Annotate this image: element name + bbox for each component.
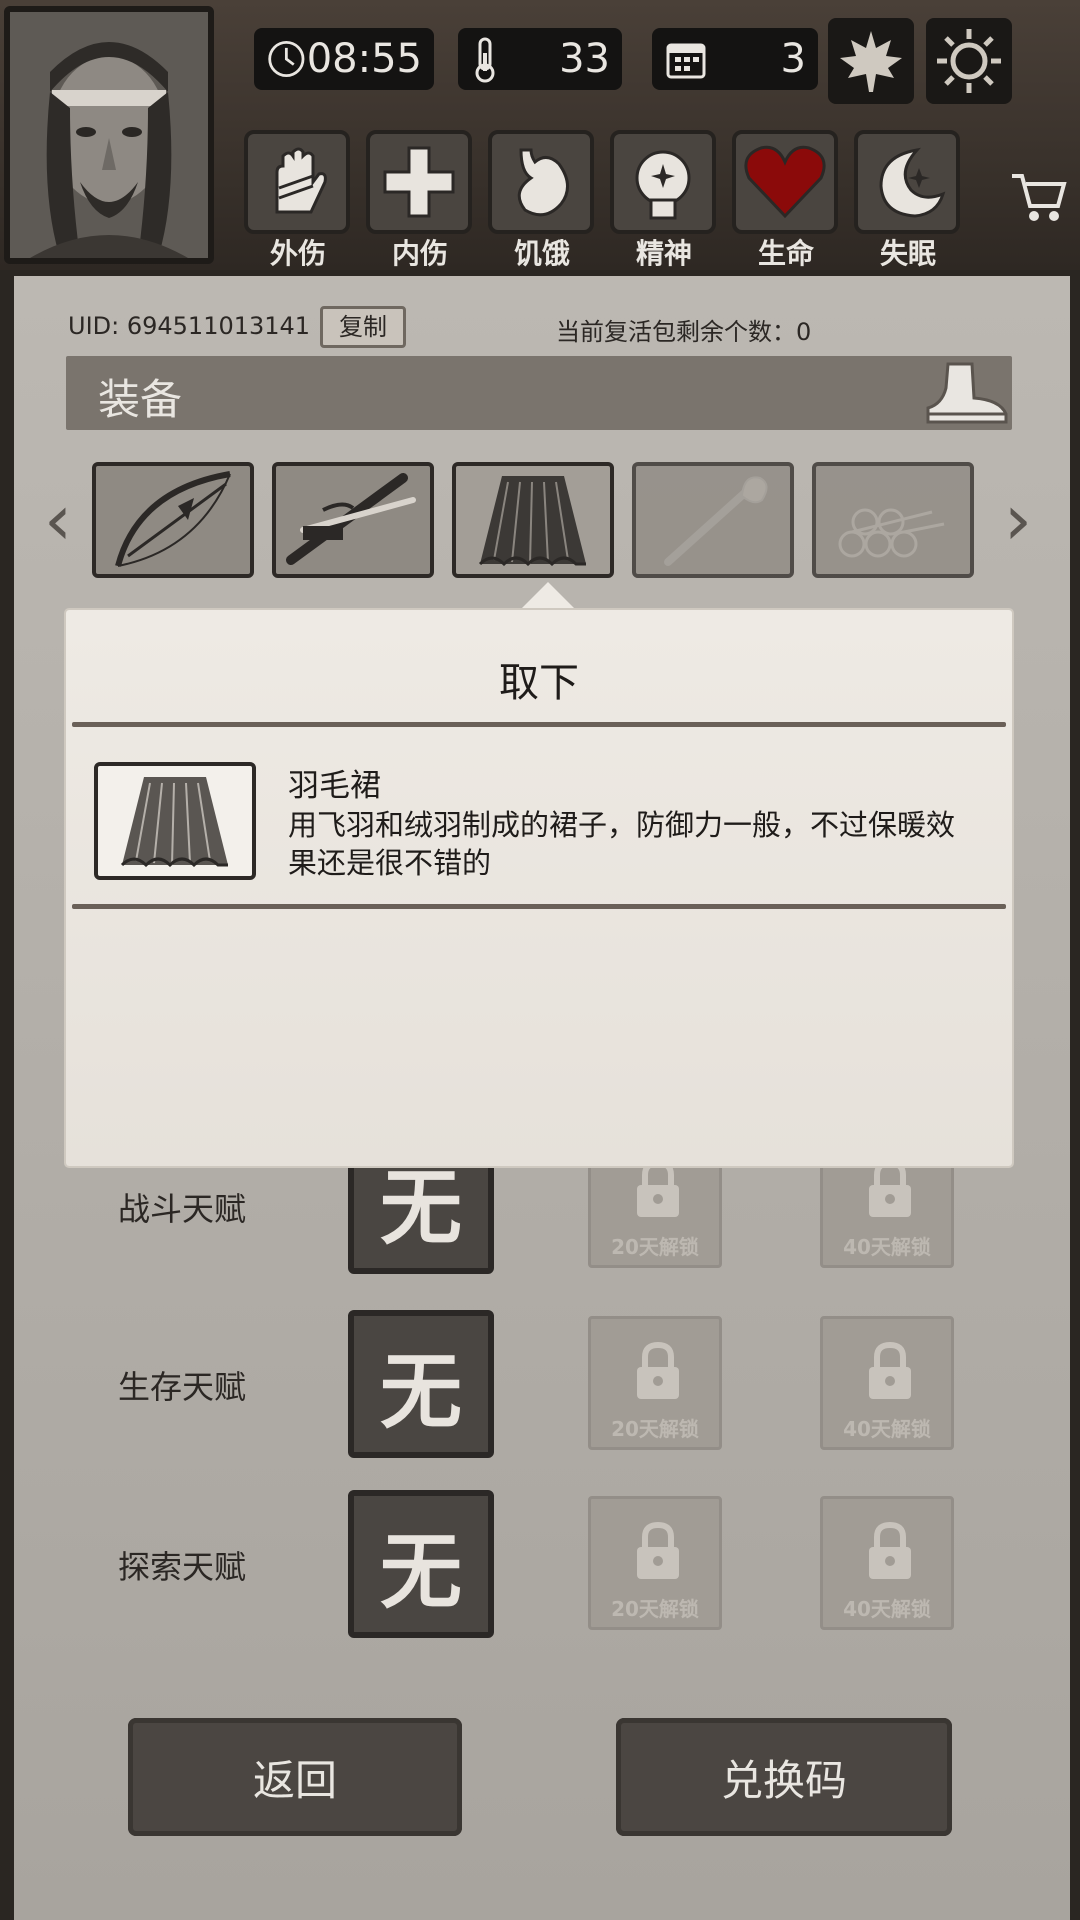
- uid-text: UID: 694511013141: [68, 312, 311, 340]
- calendar-icon: [666, 43, 706, 79]
- clock-icon: [268, 40, 305, 78]
- talent-lock-exploration-40[interactable]: 40天解锁: [820, 1496, 954, 1630]
- lock-icon: [869, 1341, 911, 1399]
- lock-icon: [869, 1521, 911, 1579]
- log-bundle-icon: [838, 508, 945, 558]
- katana-icon: [286, 473, 416, 565]
- status-label-health: 生命: [757, 237, 814, 270]
- status-label-hunger: 饥饿: [513, 237, 570, 270]
- talent-lock-survival-40[interactable]: 40天解锁: [820, 1316, 954, 1450]
- equipment-header: [66, 356, 1012, 430]
- lock-text: 40天解锁: [843, 1597, 931, 1621]
- equipment-slot-4[interactable]: [632, 462, 794, 578]
- equipment-slot-5[interactable]: [812, 462, 974, 578]
- lock-icon: [637, 1159, 679, 1217]
- status-label-internal-injury: 内伤: [391, 237, 448, 270]
- status-health[interactable]: [732, 130, 838, 234]
- head-sparkle-icon: [635, 150, 691, 220]
- weather-indicator: [926, 18, 1012, 104]
- torch-icon: [664, 476, 768, 566]
- day-display: 3: [652, 28, 818, 90]
- cross-icon: [383, 146, 455, 218]
- status-label-spirit: 精神: [635, 237, 692, 270]
- equipment-next-arrow[interactable]: ›: [1000, 460, 1036, 580]
- hand-bandage-icon: [275, 147, 327, 214]
- popup-pointer: [518, 582, 578, 612]
- temperature-display: 33: [458, 28, 622, 90]
- stomach-icon: [517, 148, 569, 217]
- back-button[interactable]: 返回: [128, 1718, 462, 1836]
- lock-text: 20天解锁: [611, 1597, 699, 1621]
- sun-icon: [937, 29, 1001, 93]
- thermometer-icon: [475, 37, 495, 83]
- equipment-title: 装备: [98, 375, 183, 424]
- status-external-injury[interactable]: [244, 130, 350, 234]
- clock-display: 08:55: [254, 28, 434, 90]
- copy-uid-button[interactable]: 复制: [320, 306, 406, 348]
- status-insomnia[interactable]: [854, 130, 960, 234]
- heart-icon: [744, 145, 826, 219]
- equipment-slot-1[interactable]: [92, 462, 254, 578]
- character-portrait[interactable]: [4, 6, 214, 264]
- popup-divider-top: [72, 722, 1006, 727]
- shop-cart-icon[interactable]: [1008, 168, 1068, 228]
- lock-text: 40天解锁: [843, 1417, 931, 1441]
- talent-label-exploration: 探索天赋: [118, 1548, 247, 1586]
- feather-skirt-icon: [478, 476, 586, 567]
- talent-lock-survival-20[interactable]: 20天解锁: [588, 1316, 722, 1450]
- popup-divider-bottom: [72, 904, 1006, 909]
- status-label-insomnia: 失眠: [879, 237, 936, 270]
- lock-icon: [637, 1521, 679, 1579]
- talent-label-combat: 战斗天赋: [118, 1190, 247, 1228]
- popup-item-icon: [94, 762, 256, 880]
- talent-slot-exploration[interactable]: 无: [348, 1490, 494, 1638]
- status-spirit[interactable]: [610, 130, 716, 234]
- time-value: 08:55: [306, 36, 422, 82]
- lock-text: 20天解锁: [611, 1235, 699, 1259]
- feather-skirt-icon: [120, 777, 228, 868]
- talent-label-survival: 生存天赋: [118, 1368, 247, 1406]
- day-value: 3: [780, 36, 806, 82]
- boot-icon: [920, 358, 1012, 432]
- lock-text: 40天解锁: [843, 1235, 931, 1259]
- lock-icon: [637, 1341, 679, 1399]
- bow-icon: [115, 471, 231, 567]
- equipment-slot-2[interactable]: [272, 462, 434, 578]
- equipment-slot-3-selected[interactable]: [452, 462, 614, 578]
- temperature-value: 33: [559, 36, 610, 82]
- season-indicator: [828, 18, 914, 104]
- lock-text: 20天解锁: [611, 1417, 699, 1441]
- popup-item-name: 羽毛裙: [288, 768, 381, 804]
- status-internal-injury[interactable]: [366, 130, 472, 234]
- status-label-external-injury: 外伤: [269, 237, 326, 270]
- talent-slot-survival[interactable]: 无: [348, 1310, 494, 1458]
- unequip-action[interactable]: 取下: [66, 650, 1012, 708]
- equipment-prev-arrow[interactable]: ‹: [40, 460, 76, 580]
- lock-icon: [869, 1159, 911, 1217]
- talent-lock-exploration-20[interactable]: 20天解锁: [588, 1496, 722, 1630]
- status-hunger[interactable]: [488, 130, 594, 234]
- revive-pack-count: 当前复活包剩余个数：0: [556, 318, 812, 346]
- redeem-code-button[interactable]: 兑换码: [616, 1718, 952, 1836]
- moon-star-icon: [879, 147, 946, 218]
- popup-item-description: 用飞羽和绒羽制成的裙子，防御力一般，不过保暖效果还是很不错的: [288, 808, 956, 880]
- maple-leaf-icon: [840, 31, 902, 92]
